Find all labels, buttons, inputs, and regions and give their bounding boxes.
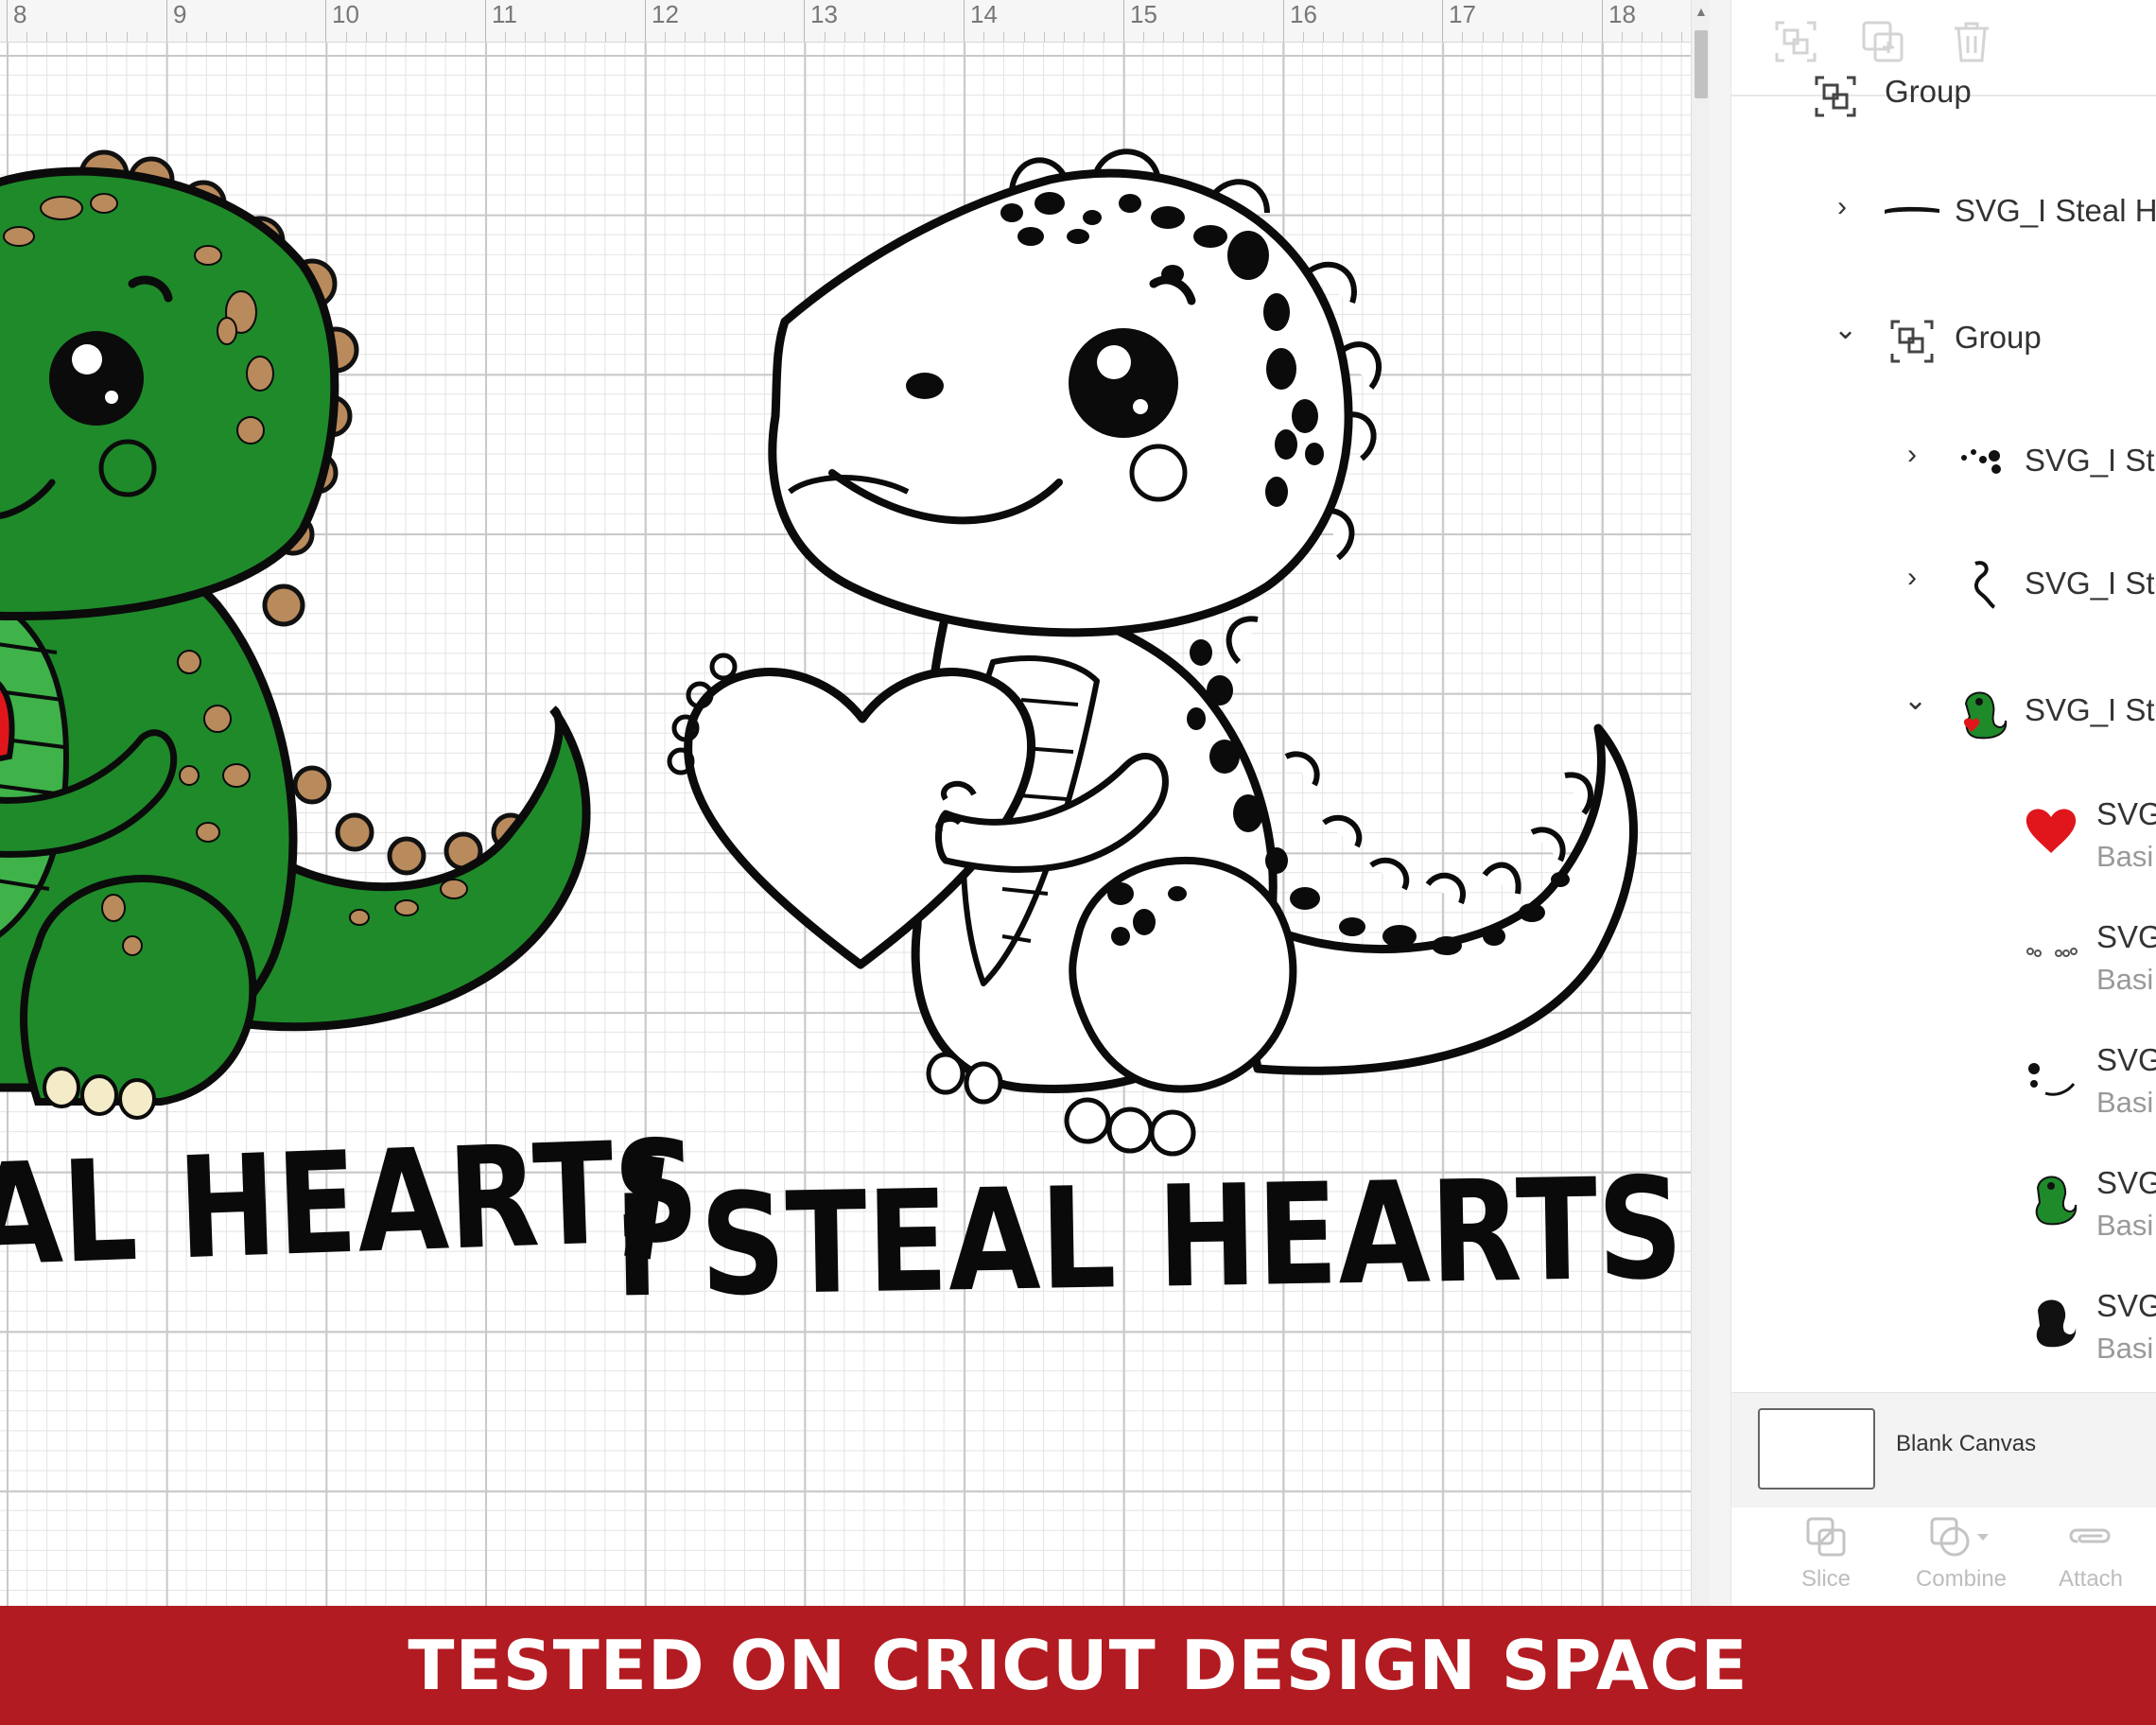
layer-row[interactable]: › SVG_I Steal He	[1731, 174, 2156, 259]
layer-sublabel: Basi	[2096, 1332, 2154, 1365]
layer-label: SVG_I Ste	[2025, 443, 2156, 478]
chevron-right-icon[interactable]: ›	[1907, 564, 1917, 592]
layers-panel: Group › SVG_I Steal He ⌄ Group › SVG_I S…	[1730, 0, 2156, 1606]
layer-label: SVG_I Ste	[2025, 692, 2156, 727]
chevron-right-icon[interactable]: ›	[1907, 441, 1917, 469]
layer-label: SVG_I Ste	[2025, 566, 2156, 601]
blank-canvas-swatch[interactable]	[1758, 1408, 1875, 1490]
combine-button[interactable]: Combine	[1890, 1515, 2032, 1593]
blank-canvas-row[interactable]: Blank Canvas	[1731, 1392, 2156, 1509]
heart-thumbnail	[2026, 809, 2077, 853]
panel-divider	[1710, 0, 1730, 1606]
layer-label: SVG	[2096, 919, 2156, 954]
claws-thumbnail	[2026, 948, 2078, 957]
layer-row[interactable]: SVG Basi	[1731, 1158, 2156, 1262]
group-icon	[1890, 320, 1934, 363]
spots-thumbnail	[1961, 449, 2001, 474]
combine-icon	[1930, 1517, 1989, 1557]
layer-row[interactable]: SVG Basi	[1731, 1035, 2156, 1139]
layer-row[interactable]: › SVG_I Ste	[1731, 543, 2156, 628]
layer-label: SVG_I Steal He	[1955, 193, 2156, 228]
layer-sublabel: Basi	[2096, 1086, 2154, 1119]
layer-sublabel: Basi	[2096, 840, 2154, 873]
right-headline-text[interactable]: I STEAL HEARTS	[613, 1147, 1684, 1329]
slice-icon	[1806, 1517, 1846, 1557]
dino-thumbnail	[1963, 691, 2008, 740]
green-dino-thumbnail	[2035, 1176, 2078, 1226]
layer-row[interactable]: ⌄ SVG_I Ste	[1731, 670, 2156, 755]
chevron-down-icon[interactable]: ⌄	[1904, 687, 1927, 715]
layer-sublabel: Basi	[2096, 1209, 2154, 1242]
outline-thumbnail	[1974, 561, 1996, 609]
layer-label: SVG	[2096, 1042, 2156, 1077]
slice-button[interactable]: Slice	[1779, 1515, 1873, 1593]
scrollbar-thumb[interactable]	[1695, 30, 1708, 98]
green-dino[interactable]	[0, 149, 591, 1120]
attach-button[interactable]: Attach	[2043, 1515, 2138, 1593]
combine-label: Combine	[1915, 1566, 2008, 1592]
layer-label: Group	[1955, 320, 2042, 355]
bottom-tools: Slice Combine Attach	[1731, 1507, 2156, 1606]
design-canvas[interactable]: 8 9 10 11 12 13 14 15 16 17 18 AL HEARTS…	[0, 0, 1710, 1606]
layer-label: SVG	[2096, 796, 2156, 831]
layer-sublabel: Basi	[2096, 963, 2154, 996]
layer-row[interactable]: › SVG_I Ste	[1731, 420, 2156, 505]
layer-label: SVG	[2096, 1165, 2156, 1200]
layer-row[interactable]: SVG Basi	[1731, 789, 2156, 893]
face-thumbnail	[2028, 1063, 2076, 1096]
scroll-up-arrow-icon[interactable]: ▲	[1695, 4, 1708, 19]
slice-label: Slice	[1800, 1566, 1852, 1592]
chevron-down-icon[interactable]: ⌄	[1834, 316, 1857, 344]
canvas-vertical-scrollbar[interactable]: ▲	[1691, 0, 1710, 1606]
attach-label: Attach	[2058, 1566, 2124, 1592]
black-dino-thumbnail	[2036, 1299, 2077, 1348]
banner-text: TESTED ON CRICUT DESIGN SPACE	[408, 1626, 1748, 1705]
paperclip-icon	[2069, 1528, 2111, 1543]
layer-row[interactable]: SVG Basi	[1731, 912, 2156, 1016]
text-shape-thumbnail	[1885, 206, 1939, 214]
chevron-right-icon[interactable]: ›	[1837, 193, 1847, 221]
left-headline-text[interactable]: AL HEARTS	[0, 1109, 702, 1298]
blank-canvas-label: Blank Canvas	[1896, 1431, 2037, 1456]
layer-row[interactable]: ⌄ Group	[1731, 299, 2156, 384]
outline-dino[interactable]	[667, 148, 1638, 1157]
layer-label: SVG	[2096, 1288, 2156, 1323]
artwork-layer[interactable]: AL HEARTS I I STEAL HEARTS	[0, 0, 1710, 1606]
promo-banner: TESTED ON CRICUT DESIGN SPACE	[0, 1606, 2156, 1725]
layer-row[interactable]: SVG Basi	[1731, 1281, 2156, 1385]
